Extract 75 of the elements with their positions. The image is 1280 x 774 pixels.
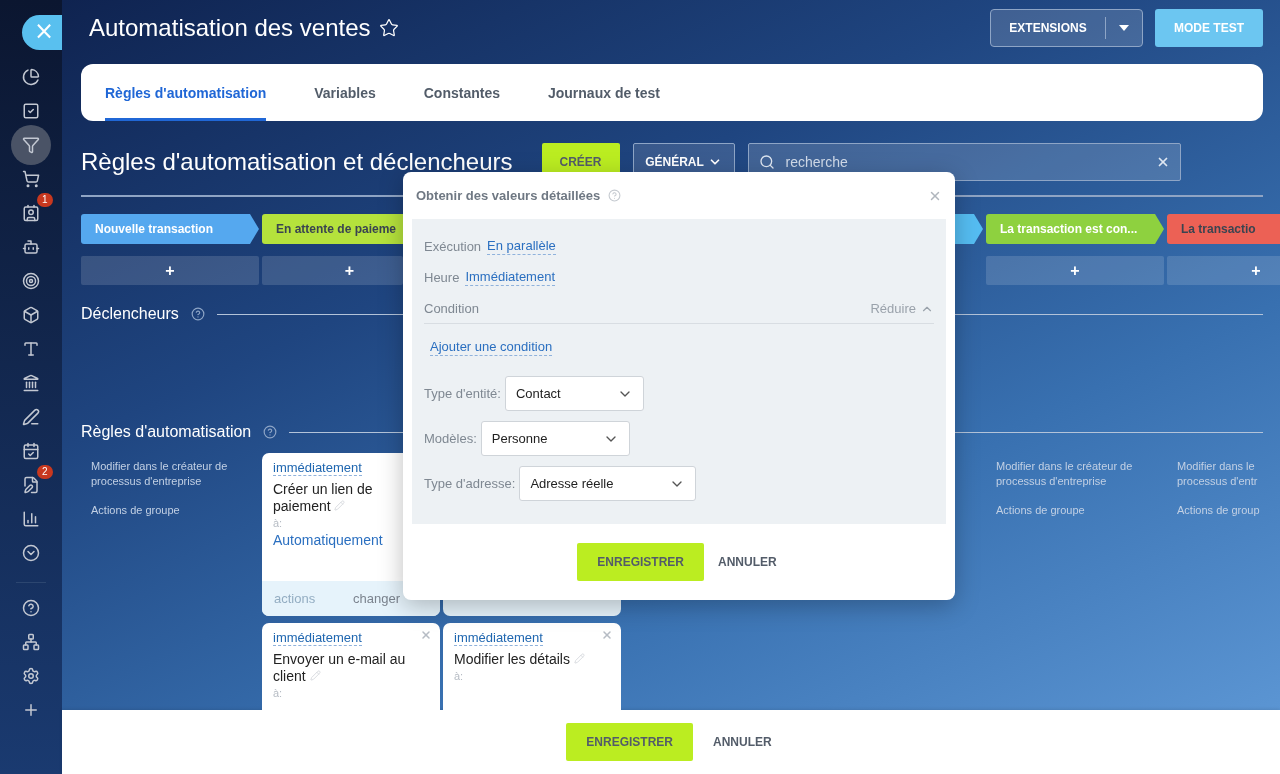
pen-icon: [22, 408, 40, 426]
stage-header: La transactio: [1167, 214, 1280, 244]
help-icon[interactable]: [190, 307, 205, 321]
rules-heading: Règles d'automatisation: [81, 423, 252, 441]
help-icon[interactable]: [263, 425, 278, 439]
cancel-button[interactable]: ANNULER: [714, 555, 781, 569]
star-icon[interactable]: [378, 18, 399, 38]
value-link[interactable]: En parallèle: [487, 238, 556, 255]
robot-icon: [22, 238, 40, 256]
caret-icon[interactable]: [1119, 25, 1129, 31]
group-link[interactable]: Modifier dans le processus d'entr: [1177, 459, 1280, 489]
section-title: Règles d'automatisation et déclencheurs: [81, 148, 513, 176]
rule-name: Modifier les détails: [454, 651, 585, 668]
cancel-button[interactable]: ANNULER: [709, 735, 776, 749]
bank-icon: [22, 374, 40, 392]
help-icon: [22, 599, 40, 617]
save-button[interactable]: ENREGISTRER: [566, 723, 693, 761]
add-trigger-button[interactable]: +: [1167, 256, 1280, 285]
group-link[interactable]: Actions de group: [1177, 503, 1280, 518]
delay-link[interactable]: immédiatement: [454, 630, 543, 646]
tab[interactable]: Constantes: [423, 64, 500, 121]
field-label: Heure: [424, 270, 460, 285]
add-trigger-button[interactable]: +: [81, 256, 259, 285]
bar-chart-icon: [22, 510, 40, 528]
save-button[interactable]: ENREGISTRER: [577, 543, 704, 581]
cube-icon: [22, 306, 40, 324]
group-link[interactable]: Modifier dans le créateur de processus d'entreprise: [91, 459, 249, 489]
add-trigger-button[interactable]: +: [262, 256, 403, 285]
tab[interactable]: Journaux de test: [548, 64, 660, 121]
tab[interactable]: Variables: [314, 64, 376, 121]
letter-icon: [22, 340, 40, 358]
search-icon: [758, 154, 775, 170]
group-link[interactable]: Actions de groupe: [996, 503, 1154, 518]
to-label: à:: [273, 687, 283, 699]
field-label: Type d'adresse:: [424, 476, 516, 491]
group-link[interactable]: Modifier dans le créateur de processus d'entreprise: [996, 459, 1154, 489]
dialog-title: Obtenir des valeurs détaillées: [416, 188, 601, 203]
stage-header: La transaction est con...: [986, 214, 1164, 244]
sidebar-item[interactable]: [11, 125, 51, 165]
responsible-link[interactable]: Automatiquement: [273, 532, 383, 548]
extensions-button[interactable]: EXTENSIONS: [990, 9, 1143, 47]
calendar-icon: [22, 442, 40, 460]
select-field[interactable]: Adresse réelle: [519, 466, 697, 501]
field-label: Modèles:: [424, 431, 477, 446]
count-badge: 1: [37, 193, 53, 207]
stage-header: Nouvelle transaction: [81, 214, 259, 244]
contact-card-icon: [22, 204, 40, 222]
to-label: à:: [273, 517, 283, 529]
target-icon: [22, 272, 40, 290]
select-field[interactable]: Personne: [480, 421, 631, 456]
count-badge: 2: [37, 465, 53, 479]
value-link[interactable]: Immédiatement: [465, 269, 555, 286]
page-title: Automatisation des ventes: [89, 14, 371, 42]
delay-link[interactable]: immédiatement: [273, 460, 362, 476]
triggers-heading: Déclencheurs: [81, 305, 179, 323]
add-condition-link[interactable]: Ajouter une condition: [430, 339, 553, 356]
pie-chart-icon: [22, 68, 40, 86]
select-field[interactable]: Contact: [504, 376, 644, 411]
cart-icon: [22, 170, 40, 188]
network-icon: [22, 633, 40, 651]
document-edit-icon: [22, 476, 40, 494]
footer-link[interactable]: changer: [353, 591, 400, 606]
delay-link[interactable]: immédiatement: [273, 630, 362, 646]
chevron-down-icon: [22, 544, 40, 562]
field-label: Type d'entité:: [424, 386, 501, 401]
group-link[interactable]: Actions de groupe: [91, 503, 249, 518]
condition-label: Condition: [424, 301, 479, 316]
add-trigger-button[interactable]: +: [986, 256, 1164, 285]
tab[interactable]: Règles d'automatisation: [105, 64, 267, 121]
settings-icon: [22, 667, 40, 685]
checkbox-icon: [22, 102, 40, 120]
to-label: à:: [454, 670, 464, 682]
plus-icon: [22, 701, 40, 719]
funnel-icon: [22, 136, 40, 154]
rule-name: Envoyer un e-mail au client: [273, 651, 407, 685]
